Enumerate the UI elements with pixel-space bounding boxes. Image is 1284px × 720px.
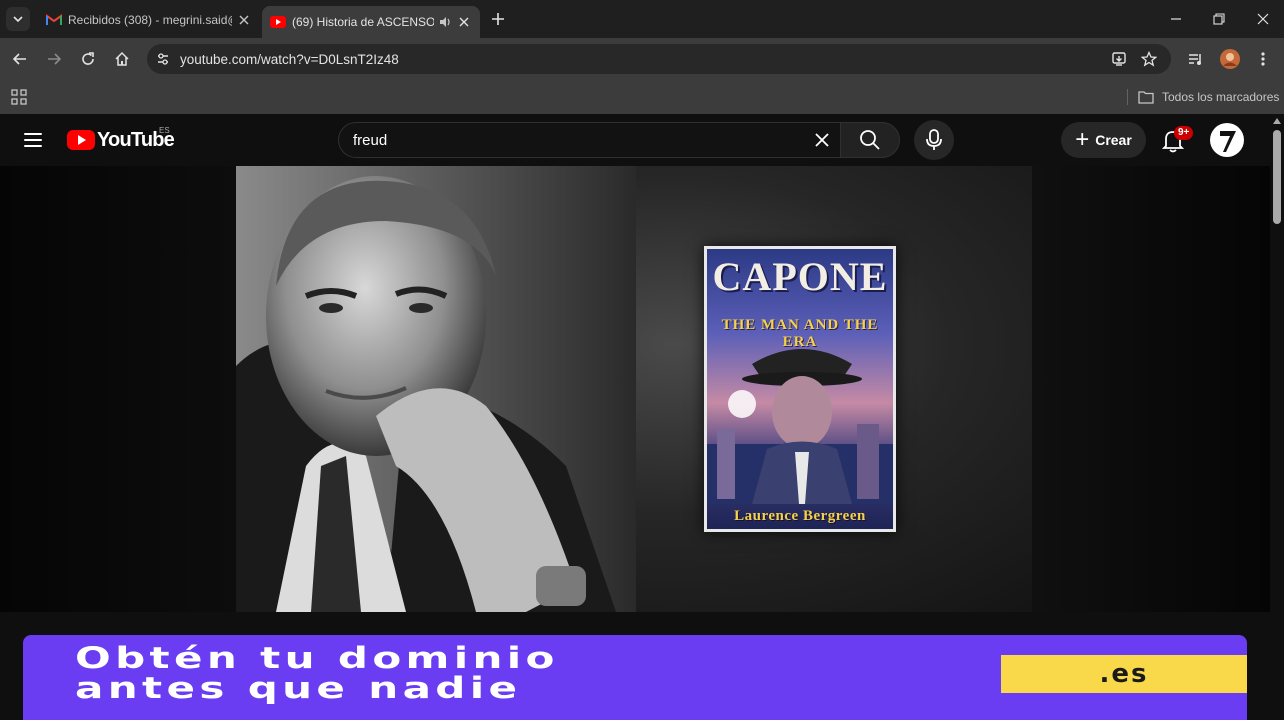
guide-menu-button[interactable]	[20, 128, 46, 152]
restore-icon	[1213, 13, 1225, 25]
page-scrollbar[interactable]	[1270, 114, 1284, 720]
profile-button[interactable]	[1218, 47, 1242, 71]
site-info-icon[interactable]	[152, 48, 174, 70]
address-bar[interactable]: youtube.com/watch?v=D0LsnT2Iz48	[147, 44, 1171, 74]
search-input[interactable]: freud	[338, 122, 840, 158]
youtube-logo[interactable]: YouTube ES	[67, 126, 175, 154]
close-window-button[interactable]	[1251, 8, 1275, 30]
microphone-icon	[926, 129, 942, 150]
create-button[interactable]: + Crear	[1061, 122, 1146, 158]
speaker-icon[interactable]	[438, 15, 452, 29]
home-button[interactable]	[110, 47, 134, 71]
reload-button[interactable]	[76, 47, 100, 71]
hamburger-icon-bar	[24, 139, 42, 141]
youtube-play-icon	[67, 130, 95, 150]
close-icon	[1257, 13, 1269, 25]
book-author: Laurence Bergreen	[734, 508, 866, 524]
all-bookmarks-label: Todos los marcadores	[1162, 90, 1280, 104]
tab-title: (69) Historia de ASCENSO Y	[292, 15, 434, 29]
gmail-icon	[46, 12, 62, 28]
bookmarks-bar: Todos los marcadores	[0, 80, 1284, 114]
bookmarks-divider	[1127, 89, 1128, 105]
kebab-menu-icon	[1261, 52, 1265, 66]
ad-domain-tld: .es	[1001, 655, 1247, 693]
clear-search-button[interactable]	[804, 122, 840, 158]
notifications-badge: 9+	[1174, 126, 1194, 140]
close-tab-icon[interactable]	[236, 12, 252, 28]
ad-headline-line-1: Obtén tu dominio	[75, 641, 559, 675]
arrow-left-icon	[12, 53, 26, 65]
back-button[interactable]	[8, 47, 32, 71]
scrollbar-thumb[interactable]	[1273, 130, 1281, 224]
menu-button[interactable]	[1251, 47, 1275, 71]
youtube-icon	[270, 14, 286, 30]
profile-avatar-icon	[1220, 49, 1240, 69]
restore-button[interactable]	[1207, 8, 1231, 30]
search-button[interactable]	[840, 122, 900, 158]
ad-banner[interactable]: Obtén tu dominio antes que nadie .es	[23, 635, 1247, 720]
url-text: youtube.com/watch?v=D0LsnT2Iz48	[180, 51, 399, 67]
account-avatar[interactable]	[1210, 123, 1244, 157]
voice-search-button[interactable]	[914, 120, 954, 160]
player-letterbox-right	[1032, 166, 1270, 612]
book-title: CAPONE	[712, 254, 888, 299]
reload-icon	[82, 52, 94, 65]
hamburger-icon-bar	[24, 145, 42, 147]
hamburger-icon-bar	[24, 133, 42, 135]
capone-book-cover: CAPONE THE MAN AND THE ERA Laurence Berg…	[704, 246, 896, 532]
tab-search-button[interactable]	[6, 7, 30, 31]
tab-title: Recibidos (308) - megrini.said@	[68, 13, 232, 27]
forward-button[interactable]	[42, 47, 66, 71]
create-label: Crear	[1095, 132, 1132, 148]
minimize-button[interactable]	[1164, 8, 1188, 30]
book-cover-art	[707, 349, 893, 504]
apps-grid-icon[interactable]	[10, 88, 28, 106]
bookmark-star-icon[interactable]	[1137, 44, 1161, 74]
install-app-icon[interactable]	[1107, 44, 1131, 74]
below-player-area: Obtén tu dominio antes que nadie .es	[0, 612, 1270, 720]
new-tab-button[interactable]	[488, 9, 508, 29]
folder-icon	[1138, 91, 1154, 104]
minimize-icon	[1171, 18, 1181, 20]
scroll-up-arrow-icon[interactable]	[1273, 118, 1281, 124]
plus-icon	[492, 13, 504, 25]
close-tab-icon[interactable]	[456, 14, 472, 30]
arrow-right-icon	[48, 53, 62, 65]
tab-strip: Recibidos (308) - megrini.said@ (69) His…	[0, 0, 1284, 38]
search-query: freud	[353, 131, 388, 149]
youtube-header: YouTube ES freud + Crear 9+	[0, 114, 1270, 166]
video-frame: CAPONE THE MAN AND THE ERA Laurence Berg…	[236, 166, 1032, 612]
ad-headline-line-2: antes que nadie	[75, 671, 522, 705]
close-icon	[815, 133, 829, 147]
avatar-icon	[1220, 131, 1236, 152]
chevron-down-icon	[13, 16, 23, 23]
search-icon	[860, 130, 880, 150]
home-icon	[115, 51, 129, 66]
tab-gmail[interactable]: Recibidos (308) - megrini.said@	[38, 6, 260, 34]
country-code: ES	[159, 126, 170, 135]
all-bookmarks-button[interactable]: Todos los marcadores	[1138, 88, 1279, 106]
player-letterbox-left	[0, 166, 236, 612]
video-player[interactable]: CAPONE THE MAN AND THE ERA Laurence Berg…	[0, 166, 1270, 612]
author-portrait-image	[236, 166, 636, 612]
tab-youtube[interactable]: (69) Historia de ASCENSO Y	[262, 6, 480, 38]
browser-toolbar: youtube.com/watch?v=D0LsnT2Iz48	[0, 38, 1284, 80]
reading-list-button[interactable]	[1184, 47, 1208, 71]
plus-icon: +	[1075, 126, 1090, 153]
playlist-icon	[1189, 54, 1201, 65]
